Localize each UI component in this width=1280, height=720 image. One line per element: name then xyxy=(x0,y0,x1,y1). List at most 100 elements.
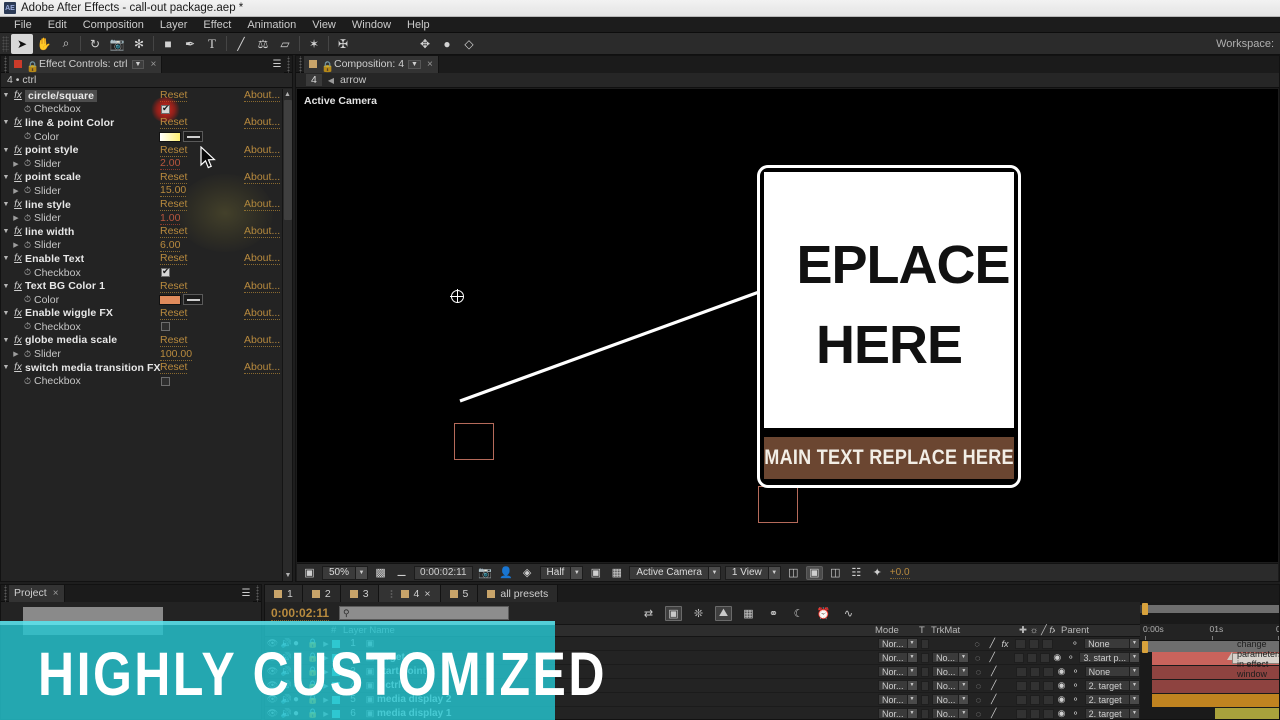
three-d-layer-icon[interactable]: ◉ xyxy=(1057,708,1067,719)
effect-reset-link[interactable]: Reset xyxy=(160,171,188,184)
panel-menu-icon[interactable]: ☰ xyxy=(270,55,284,73)
motion-blur-toggle[interactable] xyxy=(1029,708,1041,719)
stopwatch-icon[interactable]: ⏱ xyxy=(21,240,34,251)
disclosure-triangle-icon[interactable]: ▶ xyxy=(11,214,21,222)
draft-3d-icon[interactable]: ⛰ xyxy=(715,605,732,621)
quality-icon[interactable]: ╱ xyxy=(988,708,1000,719)
panel-grip-icon[interactable] xyxy=(1,584,9,602)
timeline-layer-bar[interactable] xyxy=(1215,708,1279,719)
disclosure-triangle-icon[interactable]: ▼ xyxy=(1,228,11,235)
callout-graphic[interactable]: EPLACE HERE MAIN TEXT REPLACE HERE xyxy=(757,165,1021,488)
shy-icon[interactable]: ◌ xyxy=(972,653,983,663)
timeline-layer-bar[interactable] xyxy=(1152,694,1279,707)
chevron-down-icon[interactable]: ▼ xyxy=(408,59,421,69)
menubar[interactable]: File Edit Composition Layer Effect Anima… xyxy=(0,17,1280,33)
effect-param-2[interactable]: ▶ ⏱ Slider 2.00 xyxy=(1,157,282,171)
auto-keyframe-icon[interactable]: ⏰ xyxy=(815,606,832,621)
callout-anchor-point[interactable] xyxy=(450,289,464,303)
effect-about-link[interactable]: About... xyxy=(244,280,281,293)
disclosure-triangle-icon[interactable]: ▼ xyxy=(1,310,11,317)
dot-icon[interactable]: ● xyxy=(436,34,458,54)
effect-about-link[interactable]: About... xyxy=(244,361,281,375)
param-value[interactable]: 2.00 xyxy=(160,157,181,171)
mask-icon[interactable]: ◇ xyxy=(458,34,480,54)
effect-about-link[interactable]: About... xyxy=(244,116,281,130)
quality-icon[interactable]: ╱ xyxy=(986,652,997,663)
effect-about-link[interactable]: About... xyxy=(244,89,281,103)
viewer-toolbar[interactable]: ▣ 50% ▼ ▩ ⚊ 0:00:02:11 📷 👤 ◈ Half ▼ ▣ ▦ … xyxy=(297,563,1278,581)
track-matte-dropdown[interactable]: No... ▼ xyxy=(931,652,969,663)
stopwatch-icon[interactable]: ⏱ xyxy=(21,213,34,224)
selection-tool[interactable]: ➤ xyxy=(11,33,33,54)
preserve-transparency-toggle[interactable] xyxy=(920,652,929,663)
timeline-tab-4[interactable]: 4 × xyxy=(378,585,441,602)
zoom-tool[interactable]: ⌕ xyxy=(55,34,77,54)
parent-dropdown[interactable]: 2. target ▼ xyxy=(1084,680,1140,691)
adjustment-toggle[interactable] xyxy=(1039,652,1050,663)
lock-icon[interactable]: 🔒 xyxy=(26,60,39,73)
disclosure-triangle-icon[interactable]: ▶ xyxy=(11,160,21,168)
disclosure-triangle-icon[interactable]: ▼ xyxy=(1,364,11,371)
tab-project[interactable]: Project × xyxy=(9,584,65,602)
parent-pickwhip-icon[interactable]: ⚬ xyxy=(1069,680,1081,691)
pen-tool[interactable]: ✒ xyxy=(179,34,201,54)
param-color-swatch[interactable] xyxy=(159,131,181,142)
parent-pickwhip-icon[interactable]: ⚬ xyxy=(1069,708,1081,719)
preserve-transparency-toggle[interactable] xyxy=(920,708,930,719)
callout-media-display[interactable]: EPLACE HERE xyxy=(764,172,1014,428)
frame-blend-toggle[interactable] xyxy=(1014,652,1024,663)
work-area-span[interactable] xyxy=(1144,605,1279,613)
always-preview-icon[interactable]: ▣ xyxy=(301,566,318,580)
stopwatch-icon[interactable]: ⏱ xyxy=(21,294,34,305)
transparency-grid-icon[interactable]: ▦ xyxy=(608,566,625,580)
project-tabbar[interactable]: Project × ☰ xyxy=(1,584,261,602)
effect-reset-link[interactable]: Reset xyxy=(160,252,188,266)
motion-blur-icon[interactable]: ⚭ xyxy=(765,606,782,621)
frame-blend-toggle[interactable] xyxy=(1016,694,1027,705)
effect-name[interactable]: circle/square xyxy=(25,89,98,102)
quality-icon[interactable]: ╱ xyxy=(988,666,1000,677)
clone-stamp-tool[interactable]: ⚖ xyxy=(252,34,274,54)
chevron-down-icon[interactable]: ▼ xyxy=(131,59,145,69)
blend-mode-dropdown[interactable]: Nor... ▼ xyxy=(878,638,918,649)
panel-resize-grip-icon[interactable] xyxy=(284,55,292,73)
stopwatch-icon[interactable]: ⏱ xyxy=(21,376,34,387)
workspace-label[interactable]: Workspace: xyxy=(1216,38,1274,50)
menu-help[interactable]: Help xyxy=(399,17,438,33)
shy-icon[interactable]: ◌ xyxy=(972,709,984,719)
disclosure-triangle-icon[interactable]: ▼ xyxy=(1,255,11,262)
region-toggle-icon[interactable]: ▣ xyxy=(587,566,604,580)
scrollbar-thumb[interactable] xyxy=(284,100,292,220)
effect-param-9[interactable]: ▶ ⏱ Slider 100.00 xyxy=(1,347,282,361)
timeline-link-icon[interactable]: ◫ xyxy=(827,566,844,580)
pan-behind-tool[interactable]: ✻ xyxy=(128,34,150,54)
effect-param-0[interactable]: ⏱ Checkbox xyxy=(1,96,282,122)
effect-name[interactable]: point style xyxy=(25,144,79,156)
timeline-layer-bar[interactable] xyxy=(1152,680,1279,693)
motion-blur-toggle[interactable] xyxy=(1028,638,1040,649)
work-area-begin-brace[interactable] xyxy=(1142,641,1148,653)
stopwatch-icon[interactable]: ⏱ xyxy=(21,349,34,360)
preserve-transparency-toggle[interactable] xyxy=(920,638,930,649)
blend-mode-dropdown[interactable]: Nor... ▼ xyxy=(878,680,918,691)
chevron-down-icon[interactable]: ▼ xyxy=(355,566,368,579)
effect-header-1[interactable]: ▼ fx line & point Color Reset About... xyxy=(1,116,282,130)
effect-reset-link[interactable]: Reset xyxy=(160,361,188,375)
disclosure-triangle-icon[interactable]: ▼ xyxy=(1,119,11,126)
timeline-tab-2[interactable]: 2 xyxy=(302,585,341,602)
param-checkbox[interactable] xyxy=(161,322,170,332)
effect-reset-link[interactable]: Reset xyxy=(160,307,188,320)
work-area-start-handle[interactable] xyxy=(1142,603,1148,615)
effect-name[interactable]: line style xyxy=(25,199,71,211)
close-icon[interactable]: × xyxy=(53,588,59,599)
menu-layer[interactable]: Layer xyxy=(152,17,196,33)
effect-header-9[interactable]: ▼ fx globe media scale Reset About... xyxy=(1,334,282,348)
callout-text-bar[interactable]: MAIN TEXT REPLACE HERE xyxy=(764,437,1014,479)
three-d-layer-icon[interactable]: ◉ xyxy=(1053,652,1062,663)
menu-composition[interactable]: Composition xyxy=(75,17,152,33)
collapse-transformations-icon[interactable]: ❊ xyxy=(690,606,707,621)
effect-name[interactable]: Text BG Color 1 xyxy=(25,280,105,292)
parent-dropdown[interactable]: 2. target ▼ xyxy=(1084,694,1140,705)
camera-tool[interactable]: 📷 xyxy=(106,34,128,54)
graph-curve-icon[interactable]: ∿ xyxy=(840,606,857,621)
